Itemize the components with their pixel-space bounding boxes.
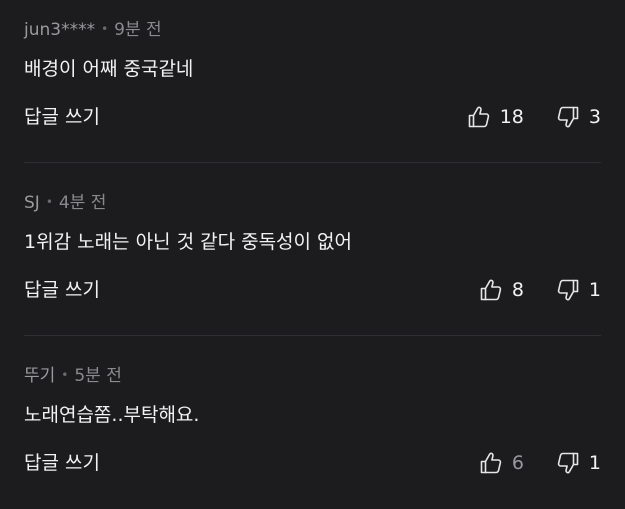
thumbs-down-icon: [556, 105, 580, 129]
like-count: 8: [511, 279, 524, 301]
dislike-count: 1: [588, 452, 601, 474]
comment-author[interactable]: jun3****: [24, 20, 95, 40]
like-button[interactable]: 18: [467, 104, 524, 130]
comment-time: 5분 전: [74, 366, 122, 386]
meta-separator-dot: •: [45, 195, 53, 209]
comment-item: 뚜기 • 5분 전 노래연습쫌..부탁해요. 답글 쓰기 6 1: [0, 335, 625, 509]
comment-time: 4분 전: [58, 193, 107, 213]
meta-separator-dot: •: [101, 22, 109, 36]
dislike-button[interactable]: 1: [556, 277, 601, 303]
dislike-button[interactable]: 1: [556, 450, 601, 476]
like-count: 6: [511, 452, 524, 474]
comment-item: SJ • 4분 전 1위감 노래는 아닌 것 같다 중독성이 없어 답글 쓰기 8 …: [0, 162, 625, 336]
dislike-count: 3: [588, 106, 601, 128]
comment-author[interactable]: 뚜기: [24, 366, 55, 386]
vote-group: 8 1: [479, 277, 601, 303]
vote-group: 6 1: [479, 450, 601, 476]
like-button[interactable]: 8: [479, 277, 524, 303]
like-button[interactable]: 6: [479, 450, 524, 476]
dislike-count: 1: [588, 279, 601, 301]
comment-text: 1위감 노래는 아닌 것 같다 중독성이 없어: [24, 231, 353, 253]
thumbs-up-icon: [479, 451, 503, 475]
reply-button[interactable]: 답글 쓰기: [24, 277, 100, 303]
comment-time: 9분 전: [114, 20, 162, 40]
comment-text: 배경이 어째 중국같네: [24, 58, 194, 80]
thumbs-down-icon: [556, 278, 580, 302]
comment-meta: SJ • 4분 전: [24, 191, 106, 214]
reply-button[interactable]: 답글 쓰기: [24, 450, 100, 476]
vote-group: 18 3: [467, 104, 601, 130]
reply-button[interactable]: 답글 쓰기: [24, 104, 100, 130]
comment-meta: jun3**** • 9분 전: [24, 18, 162, 41]
meta-separator-dot: •: [61, 368, 69, 382]
dislike-button[interactable]: 3: [556, 104, 601, 130]
thumbs-up-icon: [467, 105, 491, 129]
comment-text: 노래연습쫌..부탁해요.: [24, 404, 200, 426]
thumbs-down-icon: [556, 451, 580, 475]
comment-author[interactable]: SJ: [24, 193, 40, 213]
thumbs-up-icon: [479, 278, 503, 302]
comment-meta: 뚜기 • 5분 전: [24, 364, 122, 387]
comment-item: jun3**** • 9분 전 배경이 어째 중국같네 답글 쓰기 18 3: [0, 0, 625, 163]
like-count: 18: [499, 106, 524, 128]
